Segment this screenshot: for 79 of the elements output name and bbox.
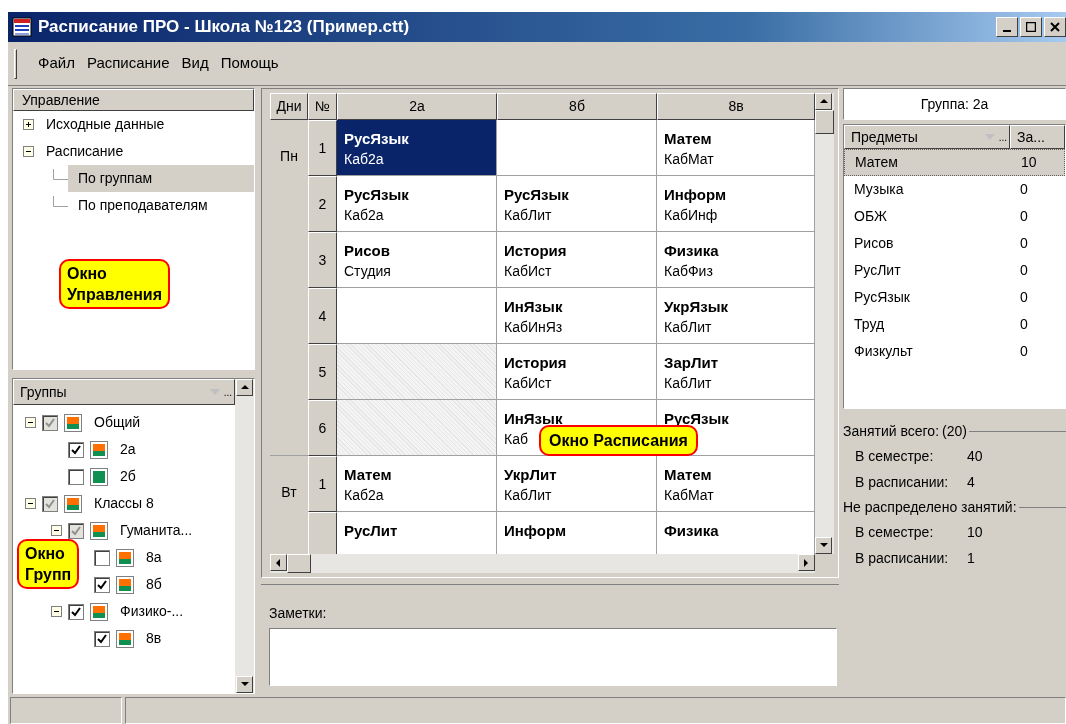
subject-text: История [504, 241, 568, 261]
header-label: Группы [20, 382, 68, 402]
stats-legend: Занятий всего: [843, 420, 940, 442]
subject-text: РусЯзык [504, 185, 570, 205]
room-text: КабЛит [504, 206, 552, 225]
lesson-number: 6 [318, 418, 327, 438]
room-text: Каб [504, 430, 528, 449]
room-text: Каб2а [344, 206, 384, 225]
subject-text: Матем [664, 129, 713, 149]
subject-name: Физкульт [853, 342, 914, 361]
subject-text: РусЛит [344, 521, 399, 541]
notes-label: Заметки: [269, 604, 328, 623]
lesson-number: 1 [318, 474, 327, 494]
room-text: КабМат [664, 486, 714, 505]
room-text: Каб2а [344, 486, 384, 505]
subject-text: История [504, 353, 568, 373]
stats-value: 1 [967, 548, 975, 568]
subject-text: Информ [664, 185, 727, 205]
subject-text: ИнЯзык [504, 297, 564, 317]
subject-name: ОБЖ [853, 207, 888, 226]
subject-name: Рисов [853, 234, 895, 253]
room-text: КабМат [664, 150, 714, 169]
subject-count: 10 [1020, 153, 1037, 172]
room-text: Студия [344, 262, 391, 281]
panel-header: Управление [13, 89, 254, 111]
group-title: Группа: 2а [843, 88, 1066, 120]
stats-value: 40 [967, 446, 983, 466]
stats-label: В расписании: [855, 472, 950, 492]
room-text: КабИст [504, 262, 552, 281]
room-text: КабЛит [664, 374, 712, 393]
subject-text: Физика [664, 521, 720, 541]
subject-name: Матем [854, 153, 899, 172]
stats-total: (20) [941, 421, 967, 441]
subject-text: ЗарЛит [664, 353, 719, 373]
subject-name: РусЛит [853, 261, 902, 280]
window-title: Расписание ПРО - Школа №123 (Пример.ctt) [38, 16, 411, 39]
subject-text: Рисов [344, 241, 391, 261]
room-text: КабЛит [664, 318, 712, 337]
subject-name: РусЯзык [853, 288, 911, 307]
lesson-number: 2 [318, 194, 327, 214]
stats-label: В семестре: [855, 446, 935, 466]
room-text: КабИнЯз [504, 318, 563, 337]
subject-count: 0 [1019, 180, 1028, 199]
day-label: Пн [280, 147, 298, 166]
subject-name: Музыка [853, 180, 905, 199]
subject-text: Матем [344, 465, 393, 485]
day-label: Вт [281, 483, 297, 502]
room-text: КабЛит [504, 486, 552, 505]
callout-tooltip: Окно Групп [17, 539, 80, 589]
subject-text: РусЯзык [344, 129, 410, 149]
lesson-number: 1 [318, 138, 327, 158]
header-label: Предметы [851, 127, 919, 147]
stats-value: 10 [967, 522, 983, 542]
callout-tooltip: Окно Управления [59, 259, 170, 309]
subject-count: 0 [1019, 315, 1028, 334]
stats-label: В семестре: [855, 522, 935, 542]
room-text: Каб2а [344, 150, 384, 169]
subject-text: Матем [664, 465, 713, 485]
subject-text: Физика [664, 241, 720, 261]
subject-text: РусЯзык [344, 185, 410, 205]
lesson-number: 5 [318, 362, 327, 382]
room-text: КабИст [504, 374, 552, 393]
subject-count: 0 [1019, 207, 1028, 226]
stats-label: В расписании: [855, 548, 950, 568]
subject-count: 0 [1019, 288, 1028, 307]
lesson-number: 3 [318, 250, 327, 270]
lesson-number: 4 [318, 306, 327, 326]
subject-count: 0 [1019, 261, 1028, 280]
subject-name: Труд [853, 315, 886, 334]
room-text: КабФиз [664, 262, 713, 281]
subject-count: 0 [1019, 342, 1028, 361]
stats-value: 4 [967, 472, 975, 492]
room-text: КабИнф [664, 206, 718, 225]
subject-count: 0 [1019, 234, 1028, 253]
subject-text: УкрЯзык [664, 297, 729, 317]
subject-text: УкрЛит [504, 465, 558, 485]
callout-tooltip: Окно Расписания [539, 425, 698, 456]
subject-text: Информ [504, 521, 567, 541]
stats-legend: Не распределено занятий: [843, 496, 1017, 518]
